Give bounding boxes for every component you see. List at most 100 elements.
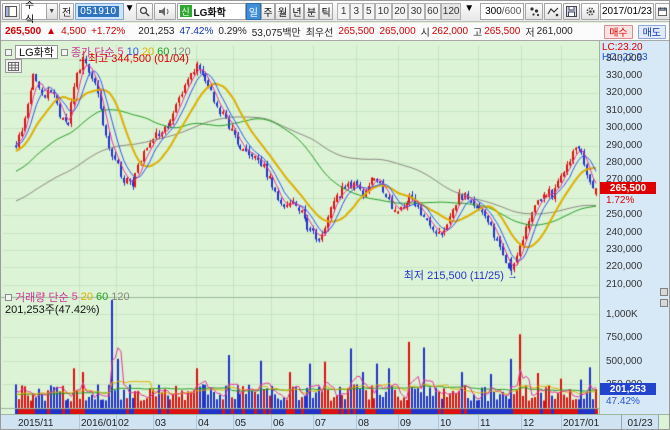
new-badge: 신 xyxy=(180,5,192,17)
window-panel-icon[interactable] xyxy=(2,3,20,20)
trade-value: 53,075백만 xyxy=(252,24,301,39)
pane-resize-handle[interactable] xyxy=(660,299,668,307)
best-quote-label: 최우선 xyxy=(306,24,334,39)
period-day-button[interactable]: 일 xyxy=(246,3,261,20)
volume-axis-label: 750,000 xyxy=(606,332,642,343)
open-label: 시 xyxy=(421,24,430,39)
date-axis-label: 03 xyxy=(155,418,166,429)
volume-value: 201,253 xyxy=(138,26,174,37)
minute-3-button[interactable]: 3 xyxy=(350,3,363,20)
date-axis-separator xyxy=(79,415,80,430)
current-price: 265,500 xyxy=(5,26,41,37)
current-price-tag: 265,500 xyxy=(600,182,656,194)
quote-infobar: 265,500 ▲ 4,500 +1.72% 201,253 47.42% 0.… xyxy=(1,23,670,41)
date-axis: 2015/112016/0102030405060708091011122017… xyxy=(1,414,670,430)
price-axis-label: 330,000 xyxy=(606,70,642,81)
candlestick-chart-canvas[interactable] xyxy=(1,41,601,414)
date-axis-separator xyxy=(271,415,272,430)
period-week-button[interactable]: 주 xyxy=(261,3,276,20)
change-arrow-icon: ▲ xyxy=(46,26,56,37)
line-style-icon[interactable] xyxy=(544,3,562,20)
pane-resize-handle[interactable] xyxy=(660,288,668,296)
legend-checkbox-icon[interactable] xyxy=(5,49,12,56)
legend-checkbox-icon[interactable] xyxy=(61,49,68,56)
stock-code-input[interactable]: 051910 xyxy=(75,3,123,20)
volume-value-text: 201,253주(47.42%) xyxy=(5,301,100,317)
date-axis-label: 05 xyxy=(235,418,246,429)
legend-symbol-chip[interactable]: LG화학 xyxy=(15,45,58,59)
minute-30-button[interactable]: 30 xyxy=(408,3,424,20)
period-minute-button[interactable]: 분 xyxy=(304,3,319,20)
code-dropdown-icon[interactable]: ▼ xyxy=(125,3,135,20)
price-axis-label: 340,000 xyxy=(606,53,642,64)
buy-button[interactable]: 매수 xyxy=(604,25,632,39)
volume-ratio: 47.42% xyxy=(179,26,213,37)
period-tick-button[interactable]: 틱 xyxy=(319,3,334,20)
date-axis-label: 2015/11 xyxy=(18,418,53,429)
stock-name-field[interactable]: 신 LG화학 xyxy=(177,3,247,20)
price-axis-label: 220,000 xyxy=(606,261,642,272)
legend-checkbox-icon[interactable] xyxy=(5,294,12,301)
sell-button[interactable]: 매도 xyxy=(638,25,666,39)
price-axis-label: 250,000 xyxy=(606,209,642,220)
market-select-label: 주식 xyxy=(21,3,47,20)
volume-axis-label: 500,000 xyxy=(606,356,642,367)
price-axis-label: 230,000 xyxy=(606,244,642,255)
gear-icon[interactable] xyxy=(581,3,599,20)
price-axis-label: 300,000 xyxy=(606,122,642,133)
last-date-cell: 01/23 xyxy=(621,415,659,430)
volume-axis-label: 1,000K xyxy=(606,309,638,320)
date-axis-label: 11 xyxy=(480,418,490,429)
period-year-button[interactable]: 년 xyxy=(290,3,305,20)
price-axis-label: 310,000 xyxy=(606,105,642,116)
date-axis-separator xyxy=(438,415,439,430)
low-label: 저 xyxy=(525,24,534,39)
compare-dots-icon[interactable] xyxy=(525,3,543,20)
chevron-down-icon[interactable]: ▼ xyxy=(46,3,58,20)
grid-settings-icon[interactable] xyxy=(5,59,22,73)
date-axis-separator xyxy=(398,415,399,430)
date-axis-separator xyxy=(356,415,357,430)
speaker-icon[interactable] xyxy=(154,3,175,20)
price-axis-label: 290,000 xyxy=(606,140,642,151)
best-ask: 265,500 xyxy=(338,26,374,37)
date-axis-separator xyxy=(153,415,154,430)
bar-count-input[interactable]: 300/600 xyxy=(480,3,525,20)
best-bid: 265,000 xyxy=(380,26,416,37)
search-icon[interactable] xyxy=(136,3,154,20)
price-axis-label: 240,000 xyxy=(606,227,642,238)
high-annotation: ←최고 344,500 (01/04) xyxy=(77,50,189,66)
change-percent: +1.72% xyxy=(91,26,125,37)
calendar-icon[interactable] xyxy=(655,3,670,20)
minute-10-button[interactable]: 10 xyxy=(375,3,391,20)
date-axis-label: 08 xyxy=(358,418,369,429)
minute-120-button[interactable]: 120 xyxy=(441,3,461,20)
date-axis-separator xyxy=(313,415,314,430)
chart-date-input[interactable]: 2017/01/23 xyxy=(600,3,654,20)
date-axis-separator xyxy=(233,415,234,430)
main-toolbar: 주식 ▼ 전 051910 ▼ 신 LG화학 일 주 월 년 분 틱 1 3 5… xyxy=(1,1,670,22)
low-annotation: 최저 215,500 (11/25) → xyxy=(398,267,518,283)
axis-corner xyxy=(659,415,670,430)
price-axis-gutter: LC:23.20 HC:-22.93 340,000330,000320,000… xyxy=(599,41,670,414)
market-select[interactable]: 주식 ▼ xyxy=(21,3,58,20)
save-icon[interactable] xyxy=(563,3,581,20)
minute-60-button[interactable]: 60 xyxy=(425,3,441,20)
price-axis-label: 280,000 xyxy=(606,157,642,168)
price-axis-label: 210,000 xyxy=(606,279,642,290)
date-axis-label: 04 xyxy=(198,418,209,429)
minute-1-button[interactable]: 1 xyxy=(337,3,350,20)
date-axis-label: 02 xyxy=(118,418,129,429)
jeon-button[interactable]: 전 xyxy=(59,3,74,20)
current-volume-tag: 201,253 xyxy=(600,383,656,395)
date-axis-separator xyxy=(478,415,479,430)
date-axis-separator xyxy=(521,415,522,430)
period-month-button[interactable]: 월 xyxy=(275,3,290,20)
volume-ma120: 120 xyxy=(111,291,129,303)
bar-count-dropdown-icon[interactable]: ▼ xyxy=(464,3,478,20)
minute-20-button[interactable]: 20 xyxy=(392,3,408,20)
date-axis-label: 07 xyxy=(315,418,326,429)
high-price: 265,500 xyxy=(484,26,520,37)
turnover-percent: 0.29% xyxy=(218,26,246,37)
minute-5-button[interactable]: 5 xyxy=(363,3,376,20)
